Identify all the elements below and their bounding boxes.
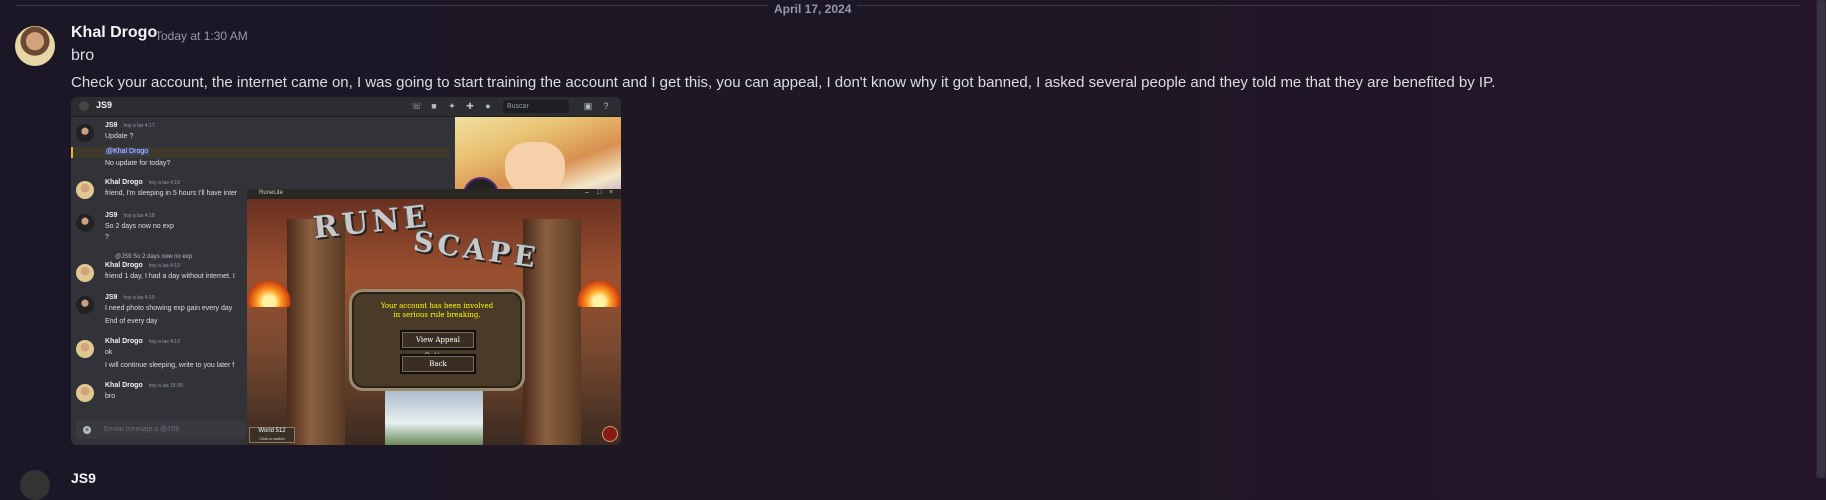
scrollbar[interactable]: [1816, 0, 1826, 478]
avatar[interactable]: [15, 26, 55, 66]
avatar: [76, 296, 94, 314]
message-timestamp: Today at 1:30 AM: [155, 29, 248, 43]
view-appeal-button[interactable]: View Appeal Options: [400, 330, 476, 360]
add-member-icon: ✚: [466, 101, 474, 111]
avatar: [76, 214, 94, 232]
dm-line: So 2 days now no exp: [105, 223, 174, 230]
dm-line: End of every day: [105, 318, 158, 325]
dm-line: ok: [105, 349, 113, 356]
ban-message: Your account has been involved in seriou…: [380, 302, 494, 319]
avatar[interactable]: [20, 470, 50, 500]
maximize-icon: □: [597, 189, 602, 196]
divider-date: April 17, 2024: [768, 2, 858, 16]
discord-message-input: Enviar mensaje a @JS9: [76, 421, 246, 439]
help-icon: ?: [603, 101, 609, 111]
runelite-window: RuneLite – □ × RUNE SCAPE Your account h…: [247, 189, 621, 445]
dm-author: JS9 hoy a las 4:17: [105, 122, 155, 129]
settings-icon[interactable]: [602, 426, 618, 442]
runescape-logo: RUNE SCAPE: [311, 198, 542, 275]
dm-line: Update ?: [105, 133, 134, 140]
avatar: [76, 264, 94, 282]
dm-line: ?: [105, 234, 109, 241]
dm-line: No update for today?: [105, 160, 171, 167]
avatar: [76, 181, 94, 199]
inbox-icon: ▣: [583, 101, 593, 111]
image-attachment[interactable]: JS9 ☏ ■ ✦ ✚ ● Buscar ▣ ? JS9 hoy a las 4:…: [71, 97, 621, 445]
close-icon: ×: [609, 189, 614, 196]
minimize-icon: –: [585, 189, 589, 196]
avatar: [76, 384, 94, 402]
message-author[interactable]: JS9: [71, 470, 96, 486]
avatar: [76, 124, 94, 142]
fire-right: [577, 281, 621, 307]
back-button[interactable]: Back: [400, 354, 476, 374]
dm-line: @Khal Drogo: [105, 148, 150, 155]
dm-author: Khal Drogo hoy a las 4:19: [105, 338, 180, 345]
ban-dialog: Your account has been involved in seriou…: [349, 289, 525, 391]
pin-icon: ✦: [448, 101, 456, 111]
dm-line: bro: [105, 393, 116, 400]
scrollbar-thumb[interactable]: [1817, 0, 1825, 478]
dm-author: Khal Drogo hoy a las 15:30: [105, 382, 183, 389]
runelite-title: RuneLite: [259, 190, 284, 196]
runelite-titlebar: RuneLite – □ ×: [247, 189, 621, 199]
dm-line: I need photo showing exp gain every day: [105, 305, 233, 312]
discord-header: JS9 ☏ ■ ✦ ✚ ● Buscar ▣ ?: [71, 97, 621, 117]
gate: [385, 389, 483, 445]
dm-line: friend 1 day, I had a day without intern…: [105, 273, 235, 280]
dm-author: Khal Drogo hoy a las 4:19: [105, 262, 180, 269]
message-line-1: bro: [71, 47, 95, 64]
discord-search: Buscar: [503, 100, 569, 113]
message-author[interactable]: Khal Drogo: [71, 24, 157, 42]
avatar: [76, 340, 94, 358]
add-icon: +: [83, 425, 91, 434]
profile-icon: ●: [485, 101, 491, 111]
date-divider: April 17, 2024: [16, 2, 1800, 16]
phone-icon: ☏: [411, 101, 423, 111]
discord-channel-name: JS9: [96, 100, 113, 110]
dm-author: JS9 hoy a las 4:18: [105, 212, 155, 219]
fire-left: [247, 281, 291, 307]
game-viewport: RUNE SCAPE Your account has been involve…: [247, 199, 621, 445]
user-icon: [79, 101, 89, 111]
dm-line: I will continue sleeping, write to you l…: [105, 362, 235, 369]
video-icon: ■: [431, 101, 437, 111]
world-switcher[interactable]: World 512 Click to switch: [249, 427, 295, 443]
message-line-2: Check your account, the internet came on…: [71, 74, 1496, 91]
dm-author: Khal Drogo hoy a las 4:18: [105, 179, 180, 186]
reply-reference: @JS9 So 2 days now no exp: [115, 254, 193, 260]
dm-line: friend, I'm sleeping in 5 hours I'll hav…: [105, 190, 238, 197]
dm-author: JS9 hoy a las 4:19: [105, 294, 155, 301]
